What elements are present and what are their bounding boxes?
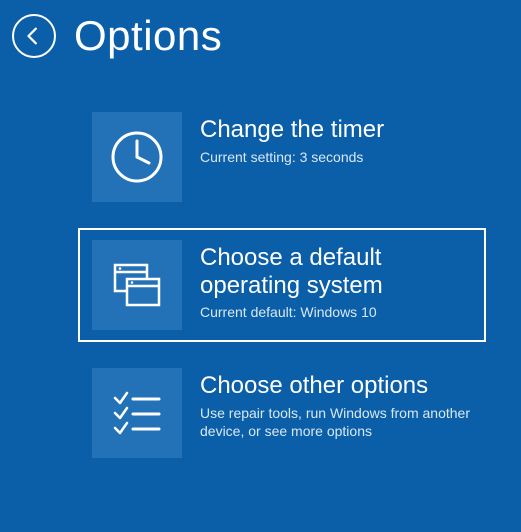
windows-icon [107, 255, 167, 315]
options-list: Change the timer Current setting: 3 seco… [0, 60, 521, 470]
option-title: Change the timer [200, 116, 472, 144]
option-title: Choose a default operating system [200, 244, 472, 299]
tile [92, 368, 182, 458]
checklist-icon [107, 383, 167, 443]
option-choose-other[interactable]: Choose other options Use repair tools, r… [78, 356, 486, 470]
arrow-left-icon [23, 25, 45, 47]
option-text: Choose a default operating system Curren… [200, 240, 472, 322]
tile [92, 112, 182, 202]
option-subtitle: Current default: Windows 10 [200, 303, 472, 322]
header: Options [0, 0, 521, 60]
tile [92, 240, 182, 330]
option-subtitle: Current setting: 3 seconds [200, 148, 472, 167]
option-change-timer[interactable]: Change the timer Current setting: 3 seco… [78, 100, 486, 214]
clock-icon [107, 127, 167, 187]
back-button[interactable] [12, 14, 56, 58]
option-text: Choose other options Use repair tools, r… [200, 368, 472, 441]
option-subtitle: Use repair tools, run Windows from anoth… [200, 404, 472, 442]
option-title: Choose other options [200, 372, 472, 400]
option-text: Change the timer Current setting: 3 seco… [200, 112, 472, 166]
page-title: Options [74, 12, 222, 60]
option-choose-default-os[interactable]: Choose a default operating system Curren… [78, 228, 486, 342]
